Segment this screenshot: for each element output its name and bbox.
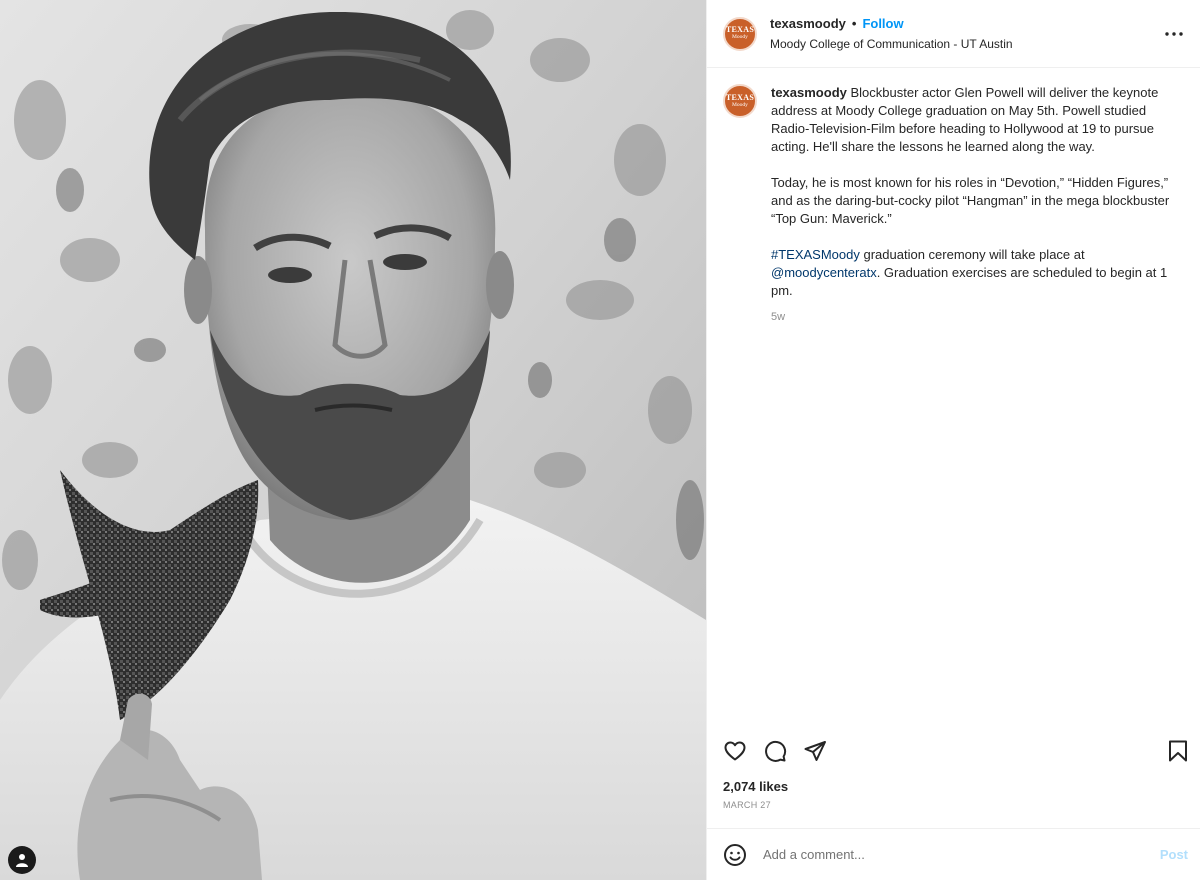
- like-button[interactable]: [721, 737, 749, 765]
- comment-input[interactable]: [761, 846, 1160, 863]
- mention-link[interactable]: @moodycenteratx: [771, 265, 877, 280]
- header-text: texasmoody • Follow Moody College of Com…: [770, 16, 1013, 51]
- user-avatar-icon[interactable]: [8, 846, 36, 874]
- comment-icon: [765, 740, 787, 762]
- more-horizontal-icon: [1165, 32, 1183, 36]
- logo-text-texas: TEXAS: [725, 92, 755, 102]
- likes-count[interactable]: 2,074 likes: [707, 779, 1200, 794]
- comment-bar: Post: [707, 828, 1200, 880]
- post-header: TEXAS Moody texasmoody • Follow Moody Co…: [707, 0, 1200, 68]
- more-options-button[interactable]: [1162, 22, 1186, 46]
- account-avatar[interactable]: TEXAS Moody: [723, 16, 757, 51]
- separator-dot: •: [851, 16, 857, 31]
- caption-text: texasmoody Blockbuster actor Glen Powell…: [771, 84, 1171, 727]
- caption-avatar[interactable]: TEXAS Moody: [723, 84, 757, 118]
- post-photo[interactable]: [0, 0, 706, 880]
- heart-icon: [724, 741, 746, 761]
- hashtag-link[interactable]: #TEXASMoody: [771, 247, 860, 262]
- logo-text-moody: Moody: [732, 101, 748, 108]
- share-button[interactable]: [801, 737, 829, 765]
- comment-button[interactable]: [761, 737, 789, 765]
- emoji-button[interactable]: [721, 841, 749, 869]
- paper-plane-icon: [804, 741, 826, 761]
- follow-button[interactable]: Follow: [862, 16, 903, 31]
- post-details-panel: TEXAS Moody texasmoody • Follow Moody Co…: [706, 0, 1200, 880]
- account-username[interactable]: texasmoody: [770, 16, 846, 31]
- user-silhouette-icon: [16, 854, 28, 867]
- emoji-icon: [724, 843, 746, 866]
- location-link[interactable]: Moody College of Communication - UT Aust…: [770, 37, 1013, 51]
- logo-text-texas: TEXAS: [725, 25, 755, 35]
- save-button[interactable]: [1164, 737, 1192, 765]
- logo-text-moody: Moody: [732, 34, 748, 41]
- post-date: MARCH 27: [723, 800, 771, 810]
- caption-body-3a: graduation ceremony will take place at: [859, 247, 1085, 262]
- caption-area: TEXAS Moody texasmoody Blockbuster actor…: [707, 68, 1200, 727]
- action-bar: [707, 727, 1200, 775]
- caption-paragraph-3: #TEXASMoody graduation ceremony will tak…: [771, 246, 1171, 300]
- header-top-row: texasmoody • Follow: [770, 16, 1013, 31]
- post-age[interactable]: 5w: [771, 308, 1171, 326]
- portrait-image: [0, 0, 706, 880]
- caption-username[interactable]: texasmoody: [771, 85, 847, 100]
- bookmark-icon: [1169, 740, 1187, 762]
- instagram-post: TEXAS Moody texasmoody • Follow Moody Co…: [0, 0, 1200, 880]
- caption-paragraph-1: texasmoody Blockbuster actor Glen Powell…: [771, 84, 1171, 156]
- post-comment-button[interactable]: Post: [1160, 847, 1188, 862]
- caption-paragraph-2: Today, he is most known for his roles in…: [771, 175, 1170, 226]
